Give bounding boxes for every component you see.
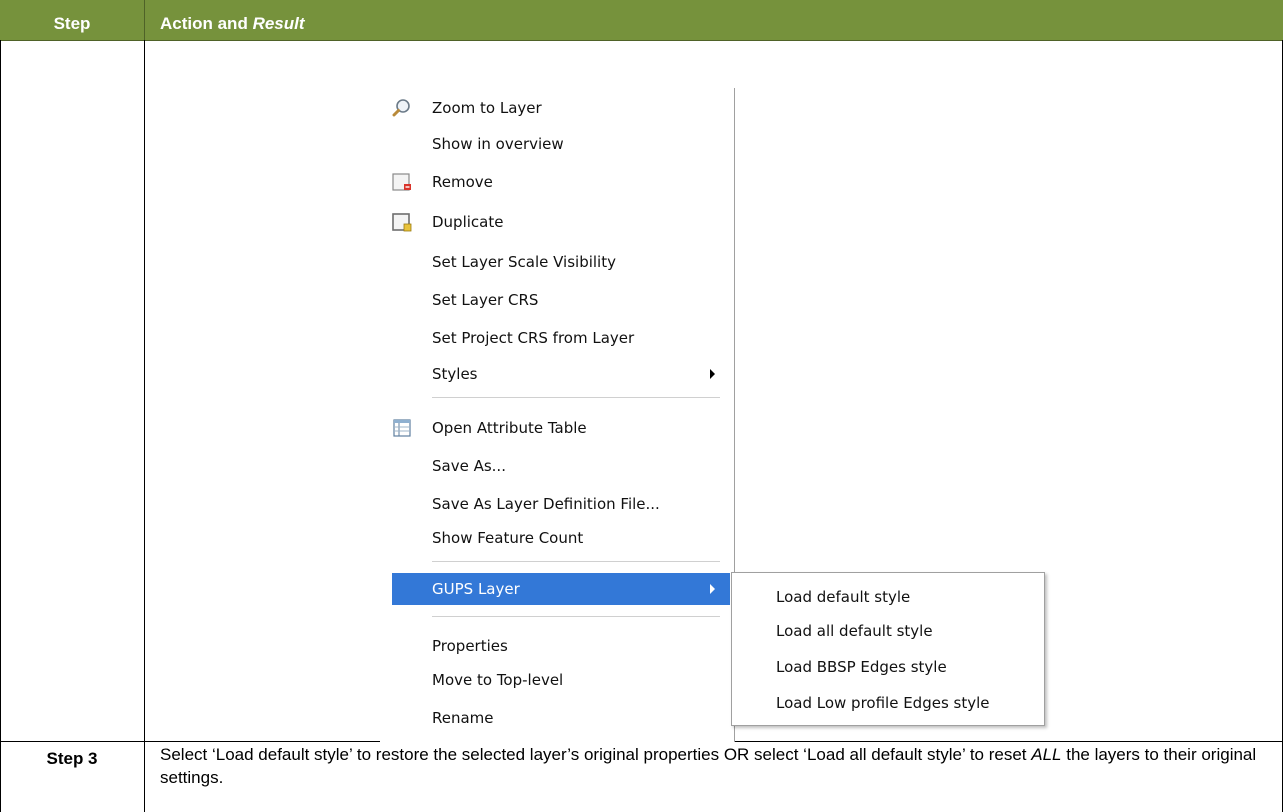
menu-item-label: Open Attribute Table <box>432 419 587 437</box>
menu-item-label: Set Layer CRS <box>432 291 539 309</box>
header-action-text: Action and <box>160 14 253 33</box>
description-text-1: Select ‘Load default style’ to restore t… <box>160 745 1032 764</box>
submenu-item-label: Load all default style <box>776 622 933 640</box>
menu-item-open-attribute-table[interactable]: Open Attribute Table <box>380 410 730 446</box>
menu-item-label: Show in overview <box>432 135 564 153</box>
submenu-arrow-icon <box>710 584 715 594</box>
layer-context-menu: Zoom to Layer Show in overview Remove Du… <box>380 88 734 742</box>
step-description: Select ‘Load default style’ to restore t… <box>160 743 1270 789</box>
menu-item-label: Duplicate <box>432 213 504 231</box>
menu-item-label: Save As Layer Definition File... <box>432 495 660 513</box>
menu-item-rename[interactable]: Rename <box>380 700 730 736</box>
menu-item-label: Rename <box>432 709 494 727</box>
left-border <box>0 40 1 812</box>
menu-item-move-to-top-level[interactable]: Move to Top-level <box>380 662 730 698</box>
submenu-item-label: Load default style <box>776 588 911 606</box>
menu-item-styles[interactable]: Styles <box>380 356 730 392</box>
header-result-text: Result <box>252 14 305 33</box>
header-action: Action and Result <box>160 0 305 40</box>
menu-item-properties[interactable]: Properties <box>380 628 730 664</box>
menu-item-label: Show Feature Count <box>432 529 584 547</box>
gups-layer-submenu: Load default style Load all default styl… <box>731 572 1045 726</box>
submenu-item-label: Load BBSP Edges style <box>776 658 947 676</box>
attribute-table-icon <box>392 418 412 438</box>
menu-item-gups-layer[interactable]: GUPS Layer <box>392 573 730 605</box>
menu-item-remove[interactable]: Remove <box>380 164 730 200</box>
duplicate-layer-icon <box>392 212 412 232</box>
menu-item-duplicate[interactable]: Duplicate <box>380 204 730 240</box>
menu-item-set-layer-crs[interactable]: Set Layer CRS <box>380 282 730 318</box>
menu-item-zoom-to-layer[interactable]: Zoom to Layer <box>380 90 730 126</box>
menu-item-label: Set Layer Scale Visibility <box>432 253 616 271</box>
submenu-item-label: Load Low profile Edges style <box>776 694 990 712</box>
step-label: Step 3 <box>46 749 98 768</box>
table-header: Step Action and Result <box>0 0 1283 41</box>
menu-separator <box>432 561 720 562</box>
header-step: Step <box>53 14 91 33</box>
menu-separator <box>432 616 720 617</box>
menu-item-label: Zoom to Layer <box>432 99 542 117</box>
menu-item-label: Save As... <box>432 457 506 475</box>
column-divider <box>144 40 145 812</box>
submenu-arrow-icon <box>710 369 715 379</box>
submenu-item-load-bbsp-edges-style[interactable]: Load BBSP Edges style <box>732 649 1044 685</box>
menu-item-save-as-layer-definition[interactable]: Save As Layer Definition File... <box>380 486 730 522</box>
menu-item-label: Styles <box>432 365 478 383</box>
menu-item-set-project-crs[interactable]: Set Project CRS from Layer <box>380 320 730 356</box>
submenu-item-load-low-profile-edges-style[interactable]: Load Low profile Edges style <box>732 685 1044 721</box>
zoom-icon <box>392 98 412 118</box>
menu-item-show-feature-count[interactable]: Show Feature Count <box>380 520 730 556</box>
menu-item-label: Set Project CRS from Layer <box>432 329 635 347</box>
remove-layer-icon <box>392 172 412 192</box>
menu-item-label: Move to Top-level <box>432 671 564 689</box>
menu-item-set-layer-scale-visibility[interactable]: Set Layer Scale Visibility <box>380 244 730 280</box>
menu-item-label: GUPS Layer <box>432 580 520 598</box>
submenu-item-load-default-style[interactable]: Load default style <box>732 579 1044 615</box>
header-divider <box>144 0 145 40</box>
menu-item-show-in-overview[interactable]: Show in overview <box>380 126 730 162</box>
submenu-item-load-all-default-style[interactable]: Load all default style <box>732 613 1044 649</box>
menu-item-label: Remove <box>432 173 493 191</box>
menu-separator <box>432 397 720 398</box>
description-emphasis: ALL <box>1031 745 1062 764</box>
menu-item-save-as[interactable]: Save As... <box>380 448 730 484</box>
menu-item-label: Properties <box>432 637 508 655</box>
